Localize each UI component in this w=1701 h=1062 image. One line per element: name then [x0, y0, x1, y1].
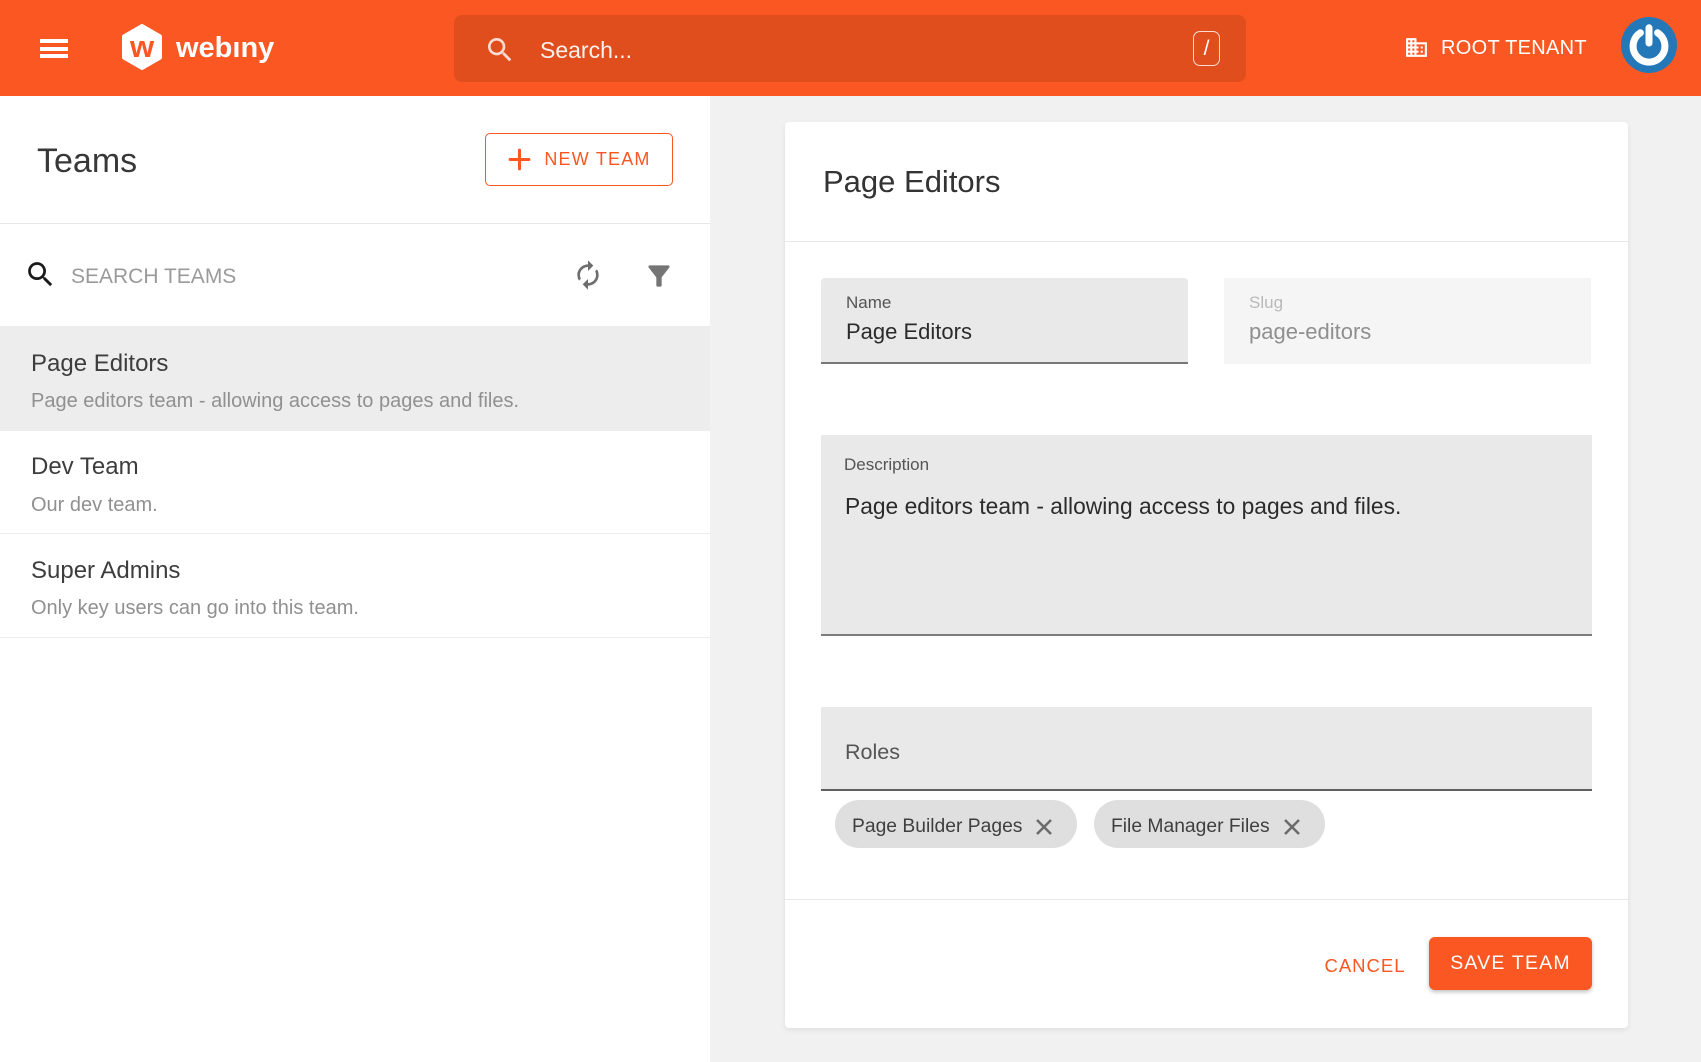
- svg-text:w: w: [129, 29, 155, 64]
